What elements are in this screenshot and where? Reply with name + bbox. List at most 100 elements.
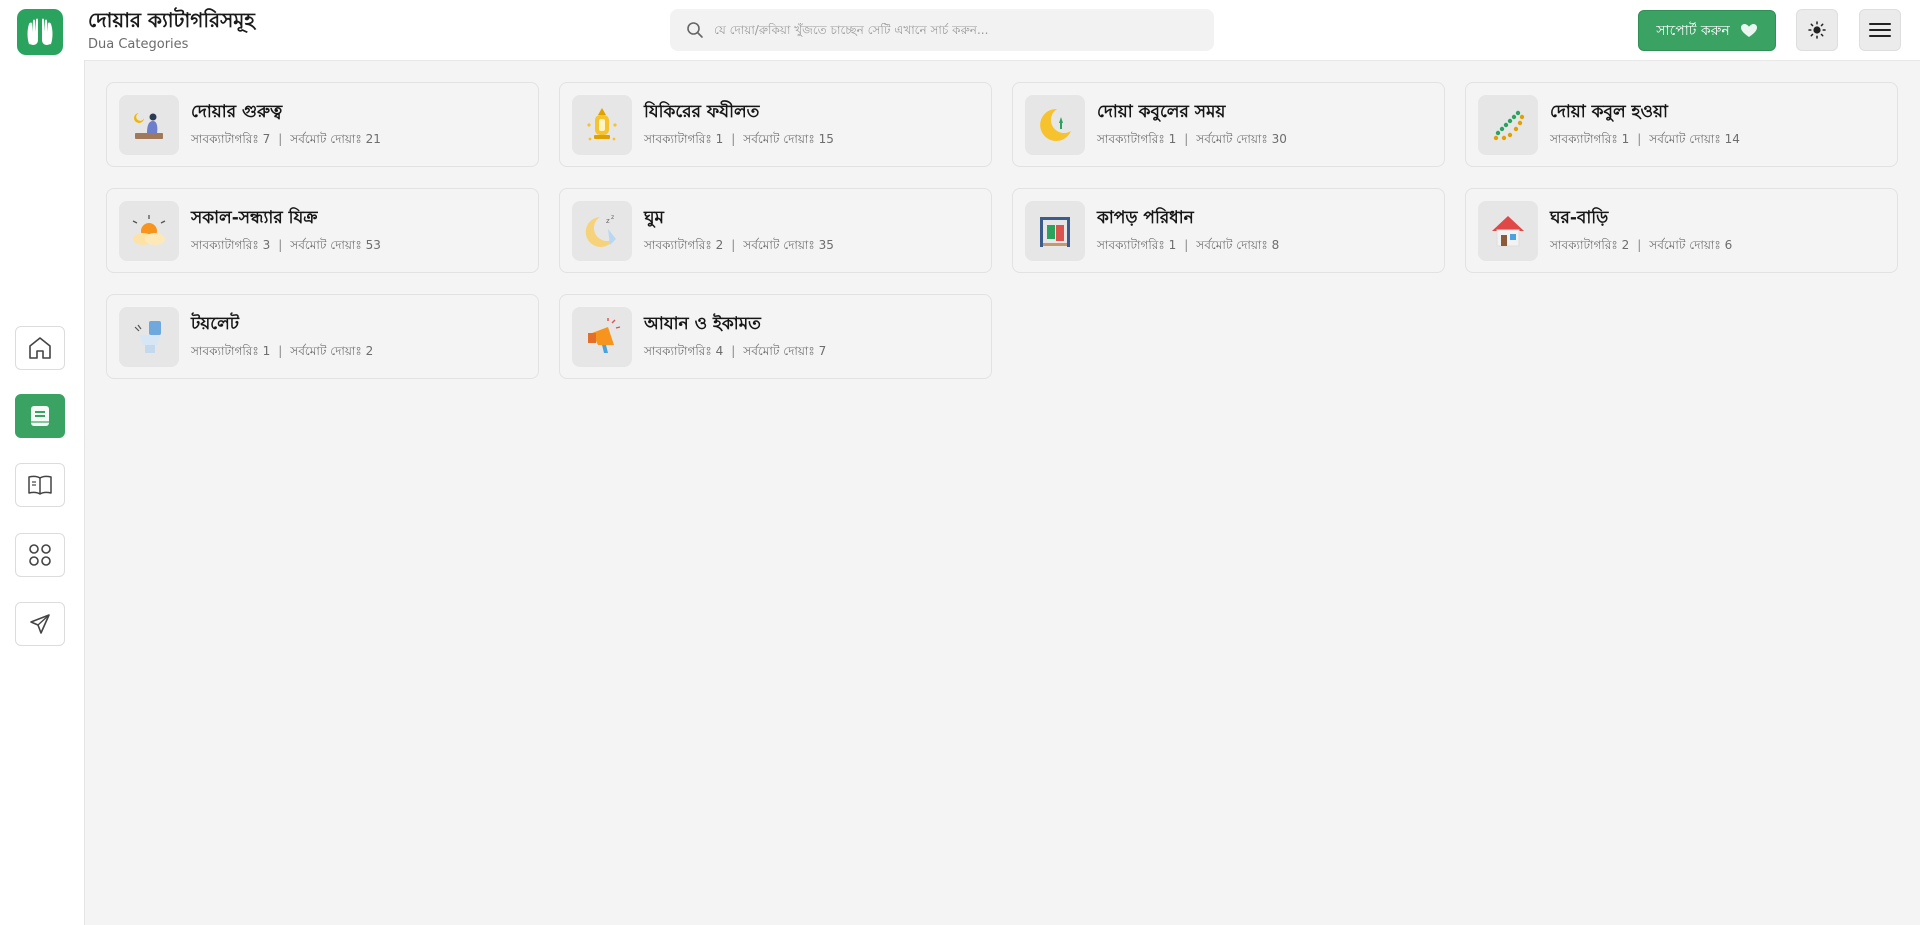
category-meta: সাবক্যাটাগরিঃ 1 | সর্বমোট দোয়াঃ 2 [191, 343, 373, 363]
total-label: সর্বমোট দোয়াঃ [1649, 238, 1721, 252]
meta-separator: | [1637, 238, 1642, 252]
category-grid: দোয়ার গুরুত্ব সাবক্যাটাগরিঃ 7 | সর্বমোট দ… [106, 82, 1898, 379]
category-thumb: z z [572, 201, 632, 261]
category-name: টয়লেট [191, 314, 240, 334]
category-meta: সাবক্যাটাগরিঃ 2 | সর্বমোট দোয়াঃ 35 [644, 237, 834, 257]
subcategory-count: 2 [715, 238, 724, 252]
meta-separator: | [278, 344, 283, 358]
category-thumb [1025, 201, 1085, 261]
total-count: 7 [818, 344, 827, 358]
subcategory-label: সাবক্যাটাগরিঃ [1097, 132, 1165, 146]
lantern-icon [587, 108, 617, 141]
header: দোয়ার ক্যাটাগরিসমূহ Dua Categories সাপো… [0, 0, 1920, 60]
subcategory-label: সাবক্যাটাগরিঃ [1550, 238, 1618, 252]
sunrise-icon [132, 215, 166, 245]
menu-button[interactable] [1859, 9, 1901, 51]
sun-icon [1808, 21, 1826, 39]
total-label: সর্বমোট দোয়াঃ [1196, 132, 1268, 146]
sidebar-item-send[interactable] [15, 602, 65, 646]
total-count: 53 [365, 238, 381, 252]
support-button-label: সাপোর্ট করুন [1656, 22, 1730, 39]
category-thumb [119, 95, 179, 155]
category-thumb [1025, 95, 1085, 155]
category-thumb [1478, 201, 1538, 261]
sidebar-item-reader[interactable] [15, 463, 65, 507]
grid-icon [29, 544, 51, 566]
sidebar-item-apps[interactable] [15, 533, 65, 577]
total-label: সর্বমোট দোয়াঃ [743, 238, 815, 252]
tasbih-beads-icon [1493, 110, 1525, 141]
category-meta: সাবক্যাটাগরিঃ 7 | সর্বমোট দোয়াঃ 21 [191, 131, 381, 151]
total-label: সর্বমোট দোয়াঃ [1649, 132, 1721, 146]
heart-hand-icon [1740, 23, 1757, 37]
hamburger-icon [1869, 23, 1891, 37]
category-meta: সাবক্যাটাগরিঃ 4 | সর্বমোট দোয়াঃ 7 [644, 343, 826, 363]
category-card[interactable]: z z ঘুম সাবক্যাটাগরিঃ 2 | সর্বমোট দোয়াঃ 3… [559, 188, 992, 273]
main-content: দোয়ার গুরুত্ব সাবক্যাটাগরিঃ 7 | সর্বমোট দ… [85, 60, 1920, 925]
search-bar[interactable] [670, 9, 1214, 51]
meta-separator: | [731, 132, 736, 146]
subcategory-count: 1 [1621, 132, 1630, 146]
category-card[interactable]: টয়লেট সাবক্যাটাগরিঃ 1 | সর্বমোট দোয়াঃ 2 [106, 294, 539, 379]
book-note-icon [31, 406, 49, 426]
subcategory-label: সাবক্যাটাগরিঃ [644, 132, 712, 146]
svg-text:z: z [611, 214, 614, 221]
category-card[interactable]: ঘর-বাড়ি সাবক্যাটাগরিঃ 2 | সর্বমোট দোয়াঃ … [1465, 188, 1898, 273]
total-label: সর্বমোট দোয়াঃ [743, 132, 815, 146]
sidebar [0, 60, 85, 925]
category-thumb [1478, 95, 1538, 155]
toilet-icon [134, 321, 161, 353]
category-meta: সাবক্যাটাগরিঃ 1 | সর্বমোট দোয়াঃ 15 [644, 131, 834, 151]
logo[interactable] [17, 9, 63, 55]
category-card[interactable]: যিকিরের ফযীলত সাবক্যাটাগরিঃ 1 | সর্বমোট দো… [559, 82, 992, 167]
meta-separator: | [731, 238, 736, 252]
page-title: দোয়ার ক্যাটাগরিসমূহ [88, 8, 255, 32]
subcategory-count: 1 [715, 132, 724, 146]
home-icon [29, 337, 51, 359]
category-thumb [572, 307, 632, 367]
crescent-moon-icon [1040, 108, 1071, 141]
page-title-block: দোয়ার ক্যাটাগরিসমূহ Dua Categories [88, 8, 255, 52]
meta-separator: | [731, 344, 736, 358]
category-thumb [572, 95, 632, 155]
subcategory-count: 4 [715, 344, 724, 358]
meta-separator: | [278, 132, 283, 146]
meta-separator: | [1184, 238, 1189, 252]
meta-separator: | [278, 238, 283, 252]
sidebar-item-home[interactable] [15, 326, 65, 370]
open-book-icon [28, 475, 52, 495]
category-name: দোয়ার গুরুত্ব [191, 102, 283, 122]
category-thumb [119, 201, 179, 261]
subcategory-count: 7 [262, 132, 271, 146]
total-label: সর্বমোট দোয়াঃ [290, 238, 362, 252]
subcategory-label: সাবক্যাটাগরিঃ [191, 132, 259, 146]
total-label: সর্বমোট দোয়াঃ [290, 132, 362, 146]
subcategory-count: 2 [1621, 238, 1630, 252]
category-card[interactable]: সকাল-সন্ধ্যার যিক্র সাবক্যাটাগরিঃ 3 | সর্ব… [106, 188, 539, 273]
page-subtitle: Dua Categories [88, 37, 189, 52]
subcategory-count: 1 [1168, 132, 1177, 146]
category-meta: সাবক্যাটাগরিঃ 1 | সর্বমোট দোয়াঃ 8 [1097, 237, 1279, 257]
subcategory-count: 1 [1168, 238, 1177, 252]
subcategory-label: সাবক্যাটাগরিঃ [191, 344, 259, 358]
category-name: ঘর-বাড়ি [1550, 208, 1609, 228]
category-card[interactable]: কাপড় পরিধান সাবক্যাটাগরিঃ 1 | সর্বমোট দোয… [1012, 188, 1445, 273]
svg-text:z: z [606, 217, 610, 225]
category-name: দোয়া কবুল হওয়া [1550, 102, 1668, 122]
category-name: যিকিরের ফযীলত [644, 102, 760, 122]
support-button[interactable]: সাপোর্ট করুন [1638, 10, 1776, 51]
category-thumb [119, 307, 179, 367]
category-card[interactable]: আযান ও ইকামত সাবক্যাটাগরিঃ 4 | সর্বমোট দোয… [559, 294, 992, 379]
category-card[interactable]: দোয়া কবুল হওয়া সাবক্যাটাগরিঃ 1 | সর্বমোট… [1465, 82, 1898, 167]
category-card[interactable]: দোয়ার গুরুত্ব সাবক্যাটাগরিঃ 7 | সর্বমোট দ… [106, 82, 539, 167]
search-input[interactable] [714, 23, 1194, 37]
total-count: 6 [1724, 238, 1733, 252]
total-count: 14 [1724, 132, 1740, 146]
theme-toggle-button[interactable] [1796, 9, 1838, 51]
sidebar-item-dua[interactable] [15, 394, 65, 438]
category-card[interactable]: দোয়া কবুলের সময় সাবক্যাটাগরিঃ 1 | সর্বমো… [1012, 82, 1445, 167]
subcategory-count: 3 [262, 238, 271, 252]
total-count: 15 [818, 132, 834, 146]
send-icon [30, 614, 50, 634]
category-name: ঘুম [644, 208, 664, 228]
